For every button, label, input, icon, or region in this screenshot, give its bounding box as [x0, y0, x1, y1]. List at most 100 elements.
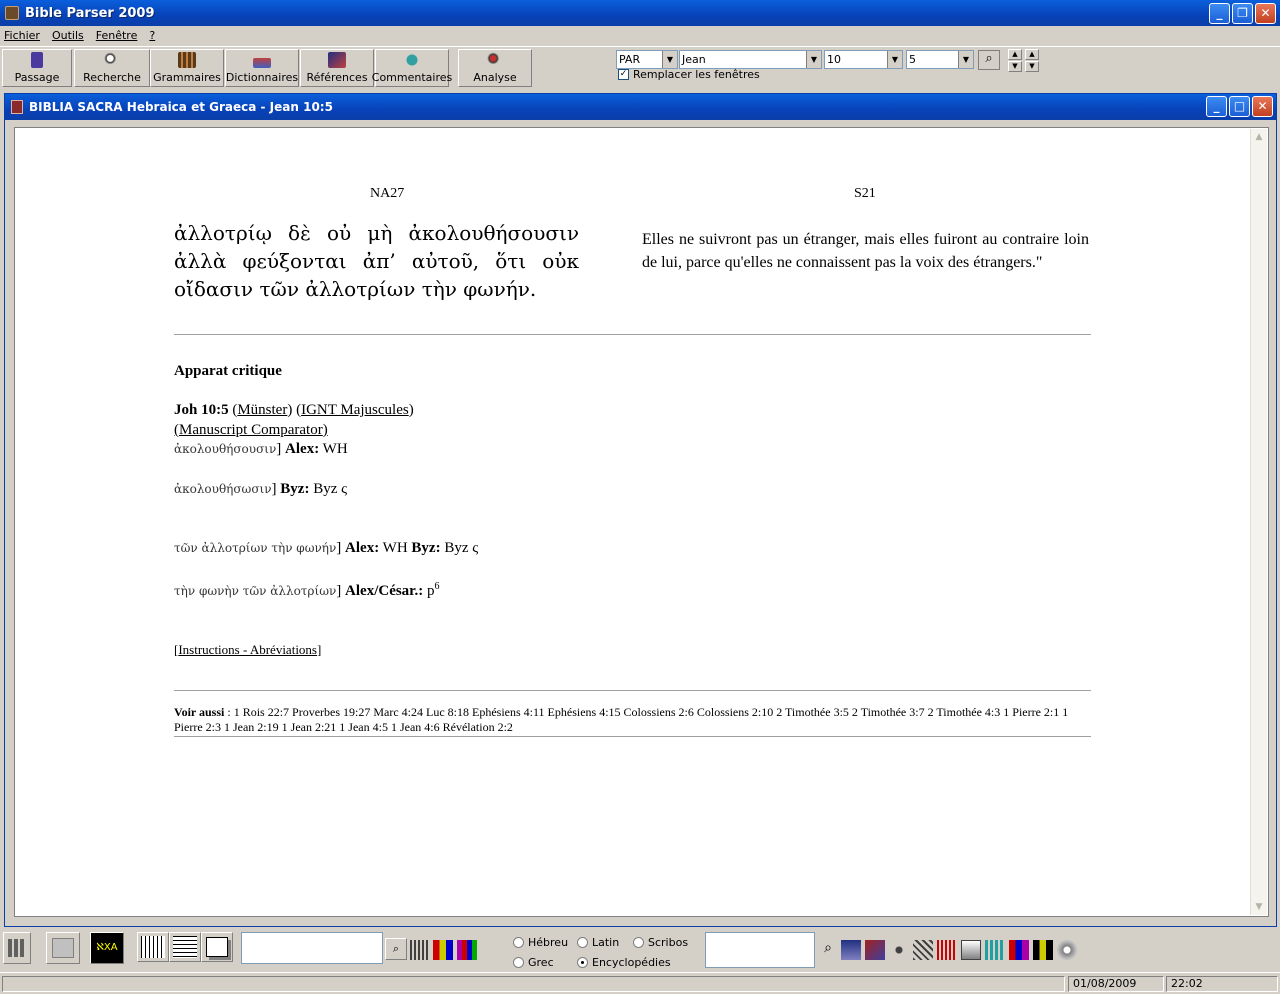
dictionnaires-label: Dictionnaires [225, 71, 299, 84]
variant-1-greek: ἀκολουθήσουσιν [174, 442, 277, 456]
manuscript-link[interactable]: (Manuscript Comparator) [174, 422, 328, 438]
rows-button[interactable] [169, 932, 201, 962]
menu-outils[interactable]: Outils [52, 29, 84, 42]
panel-icon [52, 938, 74, 958]
variant-3: τῶν ἀλλοτρίων τὴν φωνήν] Alex: WH Byz: B… [174, 540, 479, 556]
radio-indicator [513, 957, 524, 968]
windows-button[interactable] [201, 932, 233, 962]
stats-icon[interactable] [1009, 940, 1029, 960]
dictionnaires-button[interactable]: Dictionnaires [225, 49, 299, 87]
passage-button[interactable]: Passage [2, 49, 72, 87]
references-button[interactable]: Références [300, 49, 374, 87]
passage-content: NA27 S21 ἀλλοτρίῳ δὲ οὐ μὴ ἀκολουθήσουσι… [14, 127, 1269, 917]
see-also: Voir aussi : 1 Rois 22:7 Proverbes 19:27… [174, 705, 1069, 734]
close-button[interactable]: ✕ [1255, 3, 1276, 24]
replace-windows-checkbox[interactable]: ✓ Remplacer les fenêtres [618, 68, 760, 81]
radio-latin-label: Latin [592, 936, 620, 949]
radio-indicator [633, 937, 644, 948]
bottom-word-input[interactable] [705, 932, 815, 968]
radio-grec[interactable]: Grec [513, 956, 554, 969]
passage-window: BIBLIA SACRA Hebraica et Graeca - Jean 1… [4, 93, 1277, 927]
spin-up-left[interactable]: ▲ [1008, 49, 1022, 60]
bar-chart-icon[interactable] [457, 940, 477, 960]
menu-fichier[interactable]: Fichier [4, 29, 40, 42]
chapter-select-value: 10 [827, 53, 841, 66]
spin-down-right[interactable]: ▼ [1025, 61, 1039, 72]
chevron-down-icon: ▼ [958, 51, 973, 68]
menu-bar: Fichier Outils Fenêtre ? [0, 26, 1280, 45]
spin-down-left[interactable]: ▼ [1008, 61, 1022, 72]
bottom-search-button[interactable]: ⌕ [385, 938, 407, 960]
columns-icon[interactable] [1033, 940, 1053, 960]
grid-icon[interactable] [937, 940, 957, 960]
columns-button[interactable] [137, 932, 169, 962]
checkmark-icon: ✓ [618, 69, 629, 80]
magnifier-icon: ⌕ [392, 942, 400, 955]
references-label: Références [306, 71, 368, 84]
go-button[interactable]: ⌕ [978, 50, 1000, 70]
commentaires-button[interactable]: Commentaires [371, 49, 453, 87]
variant-4-greek: τὴν φωνὴν τῶν ἀλλοτρίων [174, 584, 337, 598]
vertical-scrollbar[interactable]: ▲ ▼ [1250, 129, 1267, 915]
chevron-down-icon: ▼ [887, 51, 902, 68]
menu-fenetre[interactable]: Fenêtre [96, 29, 138, 42]
chapter-select[interactable]: 10 ▼ [824, 50, 903, 69]
status-date: 01/08/2009 [1068, 976, 1164, 992]
magnifier-icon[interactable]: ⌕ [818, 940, 838, 960]
radio-hebreu[interactable]: Hébreu [513, 936, 568, 949]
scroll-up-icon[interactable]: ▲ [1251, 129, 1267, 145]
lexicon-button[interactable]: ℵΧΑ [90, 932, 124, 964]
child-minimize-button[interactable]: _ [1206, 96, 1227, 117]
bottom-search-input[interactable] [241, 932, 383, 964]
analyse-button[interactable]: Analyse [458, 49, 532, 87]
book-select[interactable]: Jean ▼ [679, 50, 822, 69]
see-also-label: Voir aussi [174, 705, 225, 719]
ignt-link[interactable]: IGNT Majuscules [301, 402, 409, 418]
radio-scribos-label: Scribos [648, 936, 689, 949]
books-icon [178, 52, 196, 68]
recherche-button[interactable]: Recherche [74, 49, 150, 87]
analyse-icon [486, 52, 504, 68]
scroll-down-icon[interactable]: ▼ [1251, 899, 1267, 915]
see-also-refs[interactable]: 1 Rois 22:7 Proverbes 19:27 Marc 4:24 Lu… [174, 705, 1068, 734]
books-icon[interactable] [865, 940, 885, 960]
chart-icon[interactable] [985, 940, 1005, 960]
tools-icon[interactable] [913, 940, 933, 960]
grammaires-button[interactable]: Grammaires [150, 49, 224, 87]
radio-encyclopedies[interactable]: Encyclopédies [577, 956, 671, 969]
radio-scribos[interactable]: Scribos [633, 936, 688, 949]
colors-icon[interactable] [433, 940, 453, 960]
minimize-button[interactable]: _ [1209, 3, 1230, 24]
chevron-down-icon: ▼ [662, 51, 677, 68]
spin-up-right[interactable]: ▲ [1025, 49, 1039, 60]
rows-icon [173, 936, 197, 958]
child-close-button[interactable]: ✕ [1252, 96, 1273, 117]
blank-button[interactable] [46, 932, 80, 964]
radio-indicator [577, 937, 588, 948]
cd-icon[interactable] [1057, 940, 1077, 960]
version-select[interactable]: PAR ▼ [616, 50, 678, 69]
commentaires-label: Commentaires [371, 71, 453, 84]
recherche-label: Recherche [83, 71, 141, 84]
munster-link[interactable]: Münster [237, 402, 287, 418]
apparatus-heading: Apparat critique [174, 363, 282, 379]
instructions-link[interactable]: [Instructions - Abréviations] [174, 642, 321, 657]
verse-select[interactable]: 5 ▼ [906, 50, 974, 69]
calculator-button[interactable] [3, 932, 31, 964]
menu-help[interactable]: ? [149, 29, 155, 42]
radio-latin[interactable]: Latin [577, 936, 619, 949]
table-icon[interactable] [410, 940, 430, 960]
restore-button[interactable]: ❐ [1232, 3, 1253, 24]
app-title: Bible Parser 2009 [25, 5, 155, 21]
left-column-header: NA27 [370, 186, 405, 201]
document-icon[interactable] [841, 940, 861, 960]
manuscript-link-text: Manuscript Comparator [179, 422, 323, 438]
windows-icon [206, 937, 228, 957]
maximize-icon: □ [1233, 99, 1246, 113]
radio-encyclopedies-label: Encyclopédies [592, 956, 671, 969]
commentary-icon [403, 52, 421, 68]
child-maximize-button[interactable]: □ [1229, 96, 1250, 117]
tree-icon[interactable] [889, 940, 909, 960]
variant-2-greek: ἀκολουθήσωσιν [174, 482, 272, 496]
image-icon[interactable] [961, 940, 981, 960]
